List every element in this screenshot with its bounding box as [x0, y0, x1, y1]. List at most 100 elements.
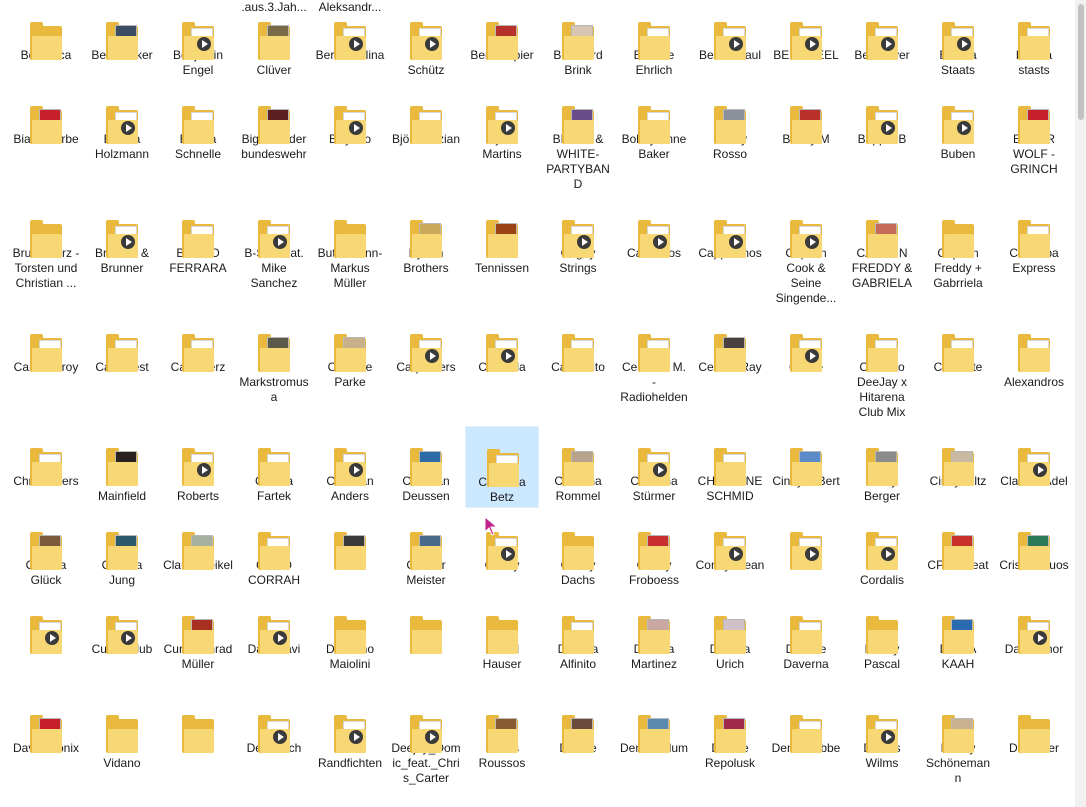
folder-item[interactable]: Caroline Parke [313, 312, 387, 390]
folder-item[interactable]: Chris Mainfield [85, 426, 159, 504]
folder-item[interactable]: B-Sito feat. Mike Sanchez [237, 198, 311, 291]
folder-item[interactable]: Boppin B [845, 84, 919, 147]
folder-item[interactable]: Cindy & Bert [769, 426, 843, 489]
folder-item[interactable]: Caro Herz [161, 312, 235, 375]
folder-item[interactable]: Carol Markstromusa [237, 312, 311, 405]
folder-item[interactable]: C.C. Tennissen [465, 198, 539, 276]
folder-item[interactable]: Dalia Lavi [237, 594, 311, 657]
folder-item[interactable]: Costa Cordalis [845, 510, 919, 588]
folder-item[interactable]: Brunner & Brunner [85, 198, 159, 276]
folder-item[interactable]: Bernd Salina [313, 0, 387, 63]
folder-item[interactable]: BRUNO FERRARA [161, 198, 235, 276]
folder-item[interactable]: Conny Froboess [617, 510, 691, 588]
folder-item[interactable]: Davin [161, 693, 235, 756]
folder-item[interactable]: Bernd Schütz [389, 0, 463, 78]
folder-item[interactable]: Captain Cook & Seine Singende... [769, 198, 843, 306]
folder-item[interactable]: Björn Kozian [389, 84, 463, 147]
folder-item[interactable]: Boney M [769, 84, 843, 147]
folder-item[interactable]: Cindy Biltz [921, 426, 995, 489]
folder-item[interactable]: Caro Best [85, 312, 159, 375]
folder-item[interactable]: BLACK & WHITE-PARTYBAND [541, 84, 615, 192]
folder-item[interactable]: bettina stasts [997, 0, 1071, 78]
folder-item[interactable]: Cora [769, 510, 843, 573]
folder-item[interactable]: Bernie Paul [693, 0, 767, 63]
vertical-scrollbar[interactable] [1075, 0, 1086, 807]
folder-item[interactable]: De Randfichten [313, 693, 387, 771]
folder-item[interactable]: Caramba Express [997, 198, 1071, 276]
folder-item[interactable]: Calimeros [617, 198, 691, 261]
folder-item[interactable]: Deejay_Domic_feat._Chris_Carter [389, 693, 463, 786]
folder-item[interactable]: Chris Roberts [161, 426, 235, 504]
folder-item[interactable]: Bobby Rosso [693, 84, 767, 162]
folder-item[interactable]: Celine [769, 312, 843, 375]
folder-item[interactable]: De Fleech [237, 693, 311, 756]
folder-item[interactable]: Christa Fartek [237, 426, 311, 504]
folder-item[interactable]: Dennis Wilms [845, 693, 919, 771]
folder-item[interactable]: Cagey Strings [541, 198, 615, 276]
folder-item[interactable]: CRO [9, 594, 83, 657]
folder-item[interactable]: Demis Roussos [465, 693, 539, 771]
folder-item[interactable]: Damiano Maiolini [313, 594, 387, 672]
folder-item[interactable]: COCO CORRAH [237, 510, 311, 588]
folder-item[interactable]: Christina Betz [465, 426, 539, 508]
folder-item[interactable]: Conny [465, 510, 539, 573]
folder-item[interactable]: Daniela Martinez [617, 594, 691, 672]
folder-item[interactable]: Claudia Glück [9, 510, 83, 588]
folder-item[interactable]: Denny Schönemann [921, 693, 995, 786]
folder-item[interactable]: Bernice Ehrlich [617, 0, 691, 78]
folder-item[interactable]: Dark Tenor [997, 594, 1071, 657]
folder-item[interactable]: Claudia Adel [997, 426, 1071, 489]
folder-item[interactable]: Curd Conrad Müller [161, 594, 235, 672]
folder-item[interactable]: Denise [541, 693, 615, 756]
folder-item[interactable]: Byram Brothers [389, 198, 463, 276]
folder-item[interactable]: David Vidano [85, 693, 159, 771]
folder-item[interactable]: Chris Elbers [9, 426, 83, 489]
folder-item[interactable]: Connor Meister [389, 510, 463, 588]
folder-item[interactable]: Carpenters [389, 312, 463, 375]
folder-item[interactable]: CP MaBeat [921, 510, 995, 573]
folder-item[interactable]: Christian Anders [313, 426, 387, 504]
folder-item[interactable]: Daniel Hauser [465, 594, 539, 672]
folder-item[interactable]: Christina Stürmer [617, 426, 691, 504]
folder-item[interactable]: Colör [313, 510, 387, 573]
folder-item[interactable]: Bernhard Brink [541, 0, 615, 78]
folder-item[interactable]: Bernd Spier [465, 0, 539, 63]
folder-item[interactable]: Conny&Jean [693, 510, 767, 573]
folder-item[interactable]: Cappucinos [693, 198, 767, 261]
folder-item[interactable]: Bert Silver [845, 0, 919, 63]
folder-item[interactable]: CaRl Emroy [9, 312, 83, 375]
folder-item[interactable]: Celin & Ray [693, 312, 767, 375]
folder-item[interactable]: Butzemann-Markus Müller [313, 198, 387, 291]
file-explorer-view[interactable]: .aus.3.Jah... Aleksandr... Ben LucaBen Z… [0, 0, 1075, 807]
folder-item[interactable]: Björn Martins [465, 84, 539, 162]
folder-item[interactable]: DARIA KAAH [921, 594, 995, 672]
folder-item[interactable]: Claudia Jung [85, 510, 159, 588]
folder-item[interactable]: Ben Zucker [85, 0, 159, 63]
folder-item[interactable]: CHRISTINE SCHMID [693, 426, 767, 504]
folder-item[interactable]: BERT BEEL [769, 0, 843, 63]
folder-item[interactable]: Bianca Schnelle [161, 84, 235, 162]
folder-item[interactable]: Denise Blum [617, 693, 691, 756]
folder-item[interactable]: Charlotte [921, 312, 995, 375]
folder-item[interactable]: Chris Alexandros [997, 312, 1071, 390]
folder-item[interactable]: Bruderherz - Torsten und Christian ... [9, 198, 83, 291]
folder-item[interactable]: Denise Repolusk [693, 693, 767, 771]
folder-item[interactable]: CAPTAIN FREDDY & GABRIELA [845, 198, 919, 291]
folder-item[interactable]: Captain Freddy + Gabrriela [921, 198, 995, 291]
folder-item[interactable]: Cesareo DeeJay x Hitarena Club Mix [845, 312, 919, 420]
folder-item[interactable]: Cascada [465, 312, 539, 375]
folder-item[interactable]: BÖSER WOLF - GRINCH [997, 84, 1071, 177]
folder-item[interactable]: Christian Deussen [389, 426, 463, 504]
folder-item[interactable]: Danny Pascal [845, 594, 919, 672]
folder-item[interactable]: Bettina Staats [921, 0, 995, 78]
folder-item[interactable]: Daniela Urich [693, 594, 767, 672]
folder-item[interactable]: Billy Mo [313, 84, 387, 147]
folder-item[interactable]: Christina Rommel [541, 426, 615, 504]
folder-item[interactable]: David Fionix [9, 693, 83, 756]
folder-item[interactable]: Cultureclub [85, 594, 159, 657]
folder-item[interactable]: Dennis Ebbe [769, 693, 843, 756]
folder-item[interactable]: Crisma.Duos [997, 510, 1071, 573]
folder-item[interactable]: Bernd Clüver [237, 0, 311, 78]
folder-item[interactable]: Bobby Anne Baker [617, 84, 691, 162]
folder-item[interactable]: Conny Dachs [541, 510, 615, 588]
